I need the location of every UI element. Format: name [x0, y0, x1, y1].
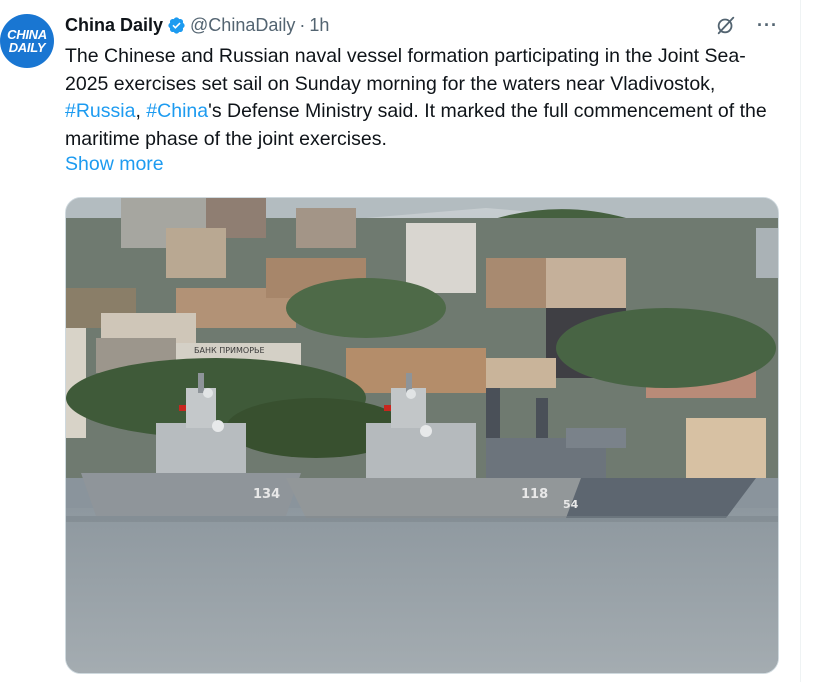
avatar-line2: DAILY: [8, 40, 46, 55]
grok-icon[interactable]: [715, 14, 737, 36]
timestamp[interactable]: 1h: [309, 15, 329, 36]
author-name[interactable]: China Daily: [65, 15, 163, 36]
tweet-header: China Daily @ChinaDaily · 1h: [65, 14, 329, 36]
building-sign: БАНК ПРИМОРЬЕ: [194, 346, 265, 355]
tweet-text-part2: ,: [135, 100, 147, 122]
author-handle[interactable]: @ChinaDaily: [190, 15, 295, 36]
show-more-link[interactable]: Show more: [65, 153, 164, 176]
avatar[interactable]: CHINA DAILY: [0, 14, 54, 68]
more-options-icon[interactable]: ···: [757, 15, 778, 36]
tweet-media-photo[interactable]: БАНК ПРИМОРЬЕ 134 118 54: [65, 197, 779, 674]
tweet-text: The Chinese and Russian naval vessel for…: [65, 43, 777, 153]
tweet-text-part1: The Chinese and Russian naval vessel for…: [65, 45, 746, 95]
hashtag-russia[interactable]: #Russia: [65, 100, 135, 122]
tweet-actions: ···: [715, 14, 778, 36]
separator-dot: ·: [299, 14, 306, 35]
verified-badge-icon: [168, 16, 185, 34]
hashtag-china[interactable]: #China: [146, 100, 208, 122]
photo-naval-vessels: БАНК ПРИМОРЬЕ 134 118 54: [66, 198, 778, 673]
hull-number-134: 134: [253, 487, 280, 502]
tweet[interactable]: CHINA DAILY China Daily @ChinaDaily · 1h…: [0, 0, 801, 682]
hull-number-118: 118: [521, 487, 548, 502]
hull-number-54: 54: [563, 498, 579, 511]
